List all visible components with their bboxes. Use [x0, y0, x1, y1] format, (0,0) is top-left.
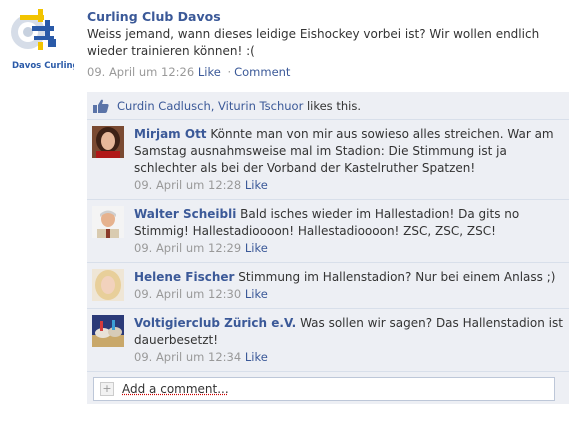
comment-timestamp[interactable]: 09. April um 12:29 — [134, 241, 241, 255]
add-comment-input[interactable]: + Add a comment... — [93, 377, 555, 401]
post-message: Weiss jemand, wann dieses leidige Eishoc… — [87, 27, 540, 58]
likers-names-link[interactable]: Curdin Cadlusch, Viturin Tschuor — [117, 99, 303, 113]
comment-meta: 09. April um 12:30 Like — [134, 286, 563, 302]
club-logo[interactable]: Davos Curling Club — [10, 6, 103, 72]
post-meta: 09. April um 12:26 Like · Comment — [87, 64, 577, 80]
comment-timestamp[interactable]: 09. April um 12:30 — [134, 287, 241, 301]
avatar-photo-blonde — [92, 269, 124, 301]
comment-author-link[interactable]: Mirjam Ott — [134, 127, 207, 141]
add-comment-placeholder[interactable]: Add a comment... — [122, 382, 229, 396]
comment-item: Helene Fischer Stimmung im Hallenstadion… — [87, 263, 569, 309]
post-timestamp[interactable]: 09. April um 12:26 — [87, 65, 194, 79]
commenter-avatar[interactable] — [92, 269, 124, 301]
comment-like-link[interactable]: Like — [245, 178, 268, 192]
post-comment-link[interactable]: Comment — [234, 65, 290, 79]
comment-timestamp[interactable]: 09. April um 12:28 — [134, 178, 241, 192]
thumbs-up-icon — [93, 99, 109, 113]
comment-like-link[interactable]: Like — [245, 350, 268, 364]
comment-author-link[interactable]: Helene Fischer — [134, 270, 234, 284]
comment-meta: 09. April um 12:28 Like — [134, 177, 563, 193]
comment-item: Walter Scheibli Bald isches wieder im Ha… — [87, 200, 569, 263]
post-body: Curling Club Davos Weiss jemand, wann di… — [87, 8, 577, 80]
comment-text: Stimmung im Hallenstadion? Nur bei einem… — [234, 270, 556, 284]
meta-separator: · — [227, 65, 232, 79]
commenter-avatar[interactable] — [92, 206, 124, 238]
curling-club-logo-image: Davos Curling Club — [11, 9, 103, 71]
wall-post: Davos Curling Club Curling Club Davos We… — [0, 0, 582, 445]
feedback-box: Curdin Cadlusch, Viturin Tschuor likes t… — [87, 92, 569, 404]
comment-author-link[interactable]: Voltigierclub Zürich e.V. — [134, 316, 296, 330]
logo-text: Davos Curling Club — [12, 61, 74, 71]
comment-author-link[interactable]: Walter Scheibli — [134, 207, 236, 221]
add-comment-row: + Add a comment... — [87, 372, 569, 404]
avatar-photo-horses — [92, 315, 124, 347]
commenter-avatar[interactable] — [92, 315, 124, 347]
comment-meta: 09. April um 12:29 Like — [134, 240, 563, 256]
comment-like-link[interactable]: Like — [245, 287, 268, 301]
comment-item: Voltigierclub Zürich e.V. Was sollen wir… — [87, 309, 569, 372]
add-comment-plus-icon: + — [100, 382, 114, 396]
comment-like-link[interactable]: Like — [245, 241, 268, 255]
likes-row: Curdin Cadlusch, Viturin Tschuor likes t… — [87, 92, 569, 120]
comment-timestamp[interactable]: 09. April um 12:34 — [134, 350, 241, 364]
commenter-avatar[interactable] — [92, 126, 124, 158]
avatar-photo-woman — [92, 126, 124, 158]
avatar-photo-man — [92, 206, 124, 238]
post-like-link[interactable]: Like — [198, 65, 221, 79]
post-author-link[interactable]: Curling Club Davos — [87, 8, 577, 26]
comment-meta: 09. April um 12:34 Like — [134, 349, 563, 365]
likes-suffix: likes this. — [303, 98, 361, 113]
comment-item: Mirjam Ott Könnte man von mir aus sowies… — [87, 120, 569, 200]
